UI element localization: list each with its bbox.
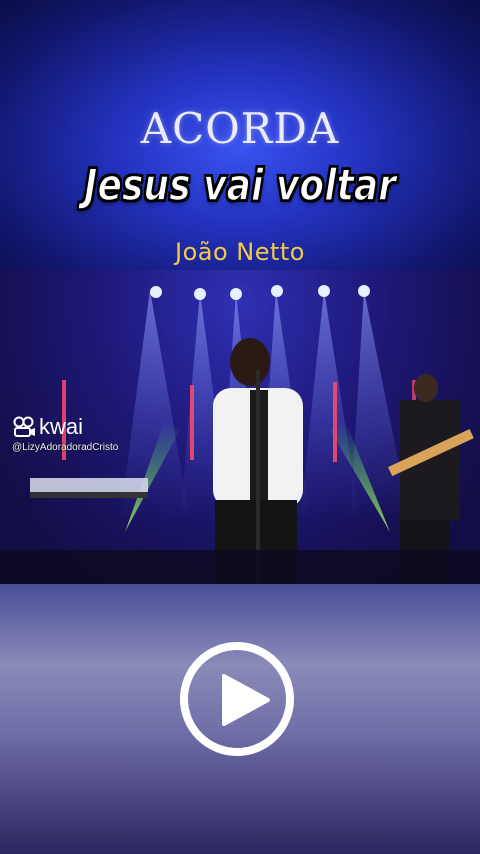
song-subtitle: Jesus vai voltar — [83, 159, 396, 212]
title-banner: ACORDA Jesus vai voltar João Netto — [0, 0, 480, 270]
kwai-brand: kwai — [39, 414, 84, 439]
artist-name: João Netto — [174, 238, 305, 266]
stage-light — [271, 285, 283, 297]
led-bar — [333, 382, 337, 462]
stage-light — [358, 285, 370, 297]
song-title: ACORDA — [140, 104, 340, 153]
creator-username: @LizyAdoradoradCristo — [12, 442, 119, 453]
led-bar — [190, 385, 194, 460]
kwai-logo-icon — [13, 416, 35, 437]
stage-light — [194, 288, 206, 300]
stage-light — [318, 285, 330, 297]
keyboard-base — [30, 492, 148, 498]
stage-light — [150, 286, 162, 298]
kwai-watermark: kwai @LizyAdoradoradCristo — [12, 414, 122, 454]
play-button[interactable] — [180, 642, 294, 756]
keyboard — [30, 478, 148, 492]
stage-light — [230, 288, 242, 300]
play-icon — [222, 674, 270, 726]
